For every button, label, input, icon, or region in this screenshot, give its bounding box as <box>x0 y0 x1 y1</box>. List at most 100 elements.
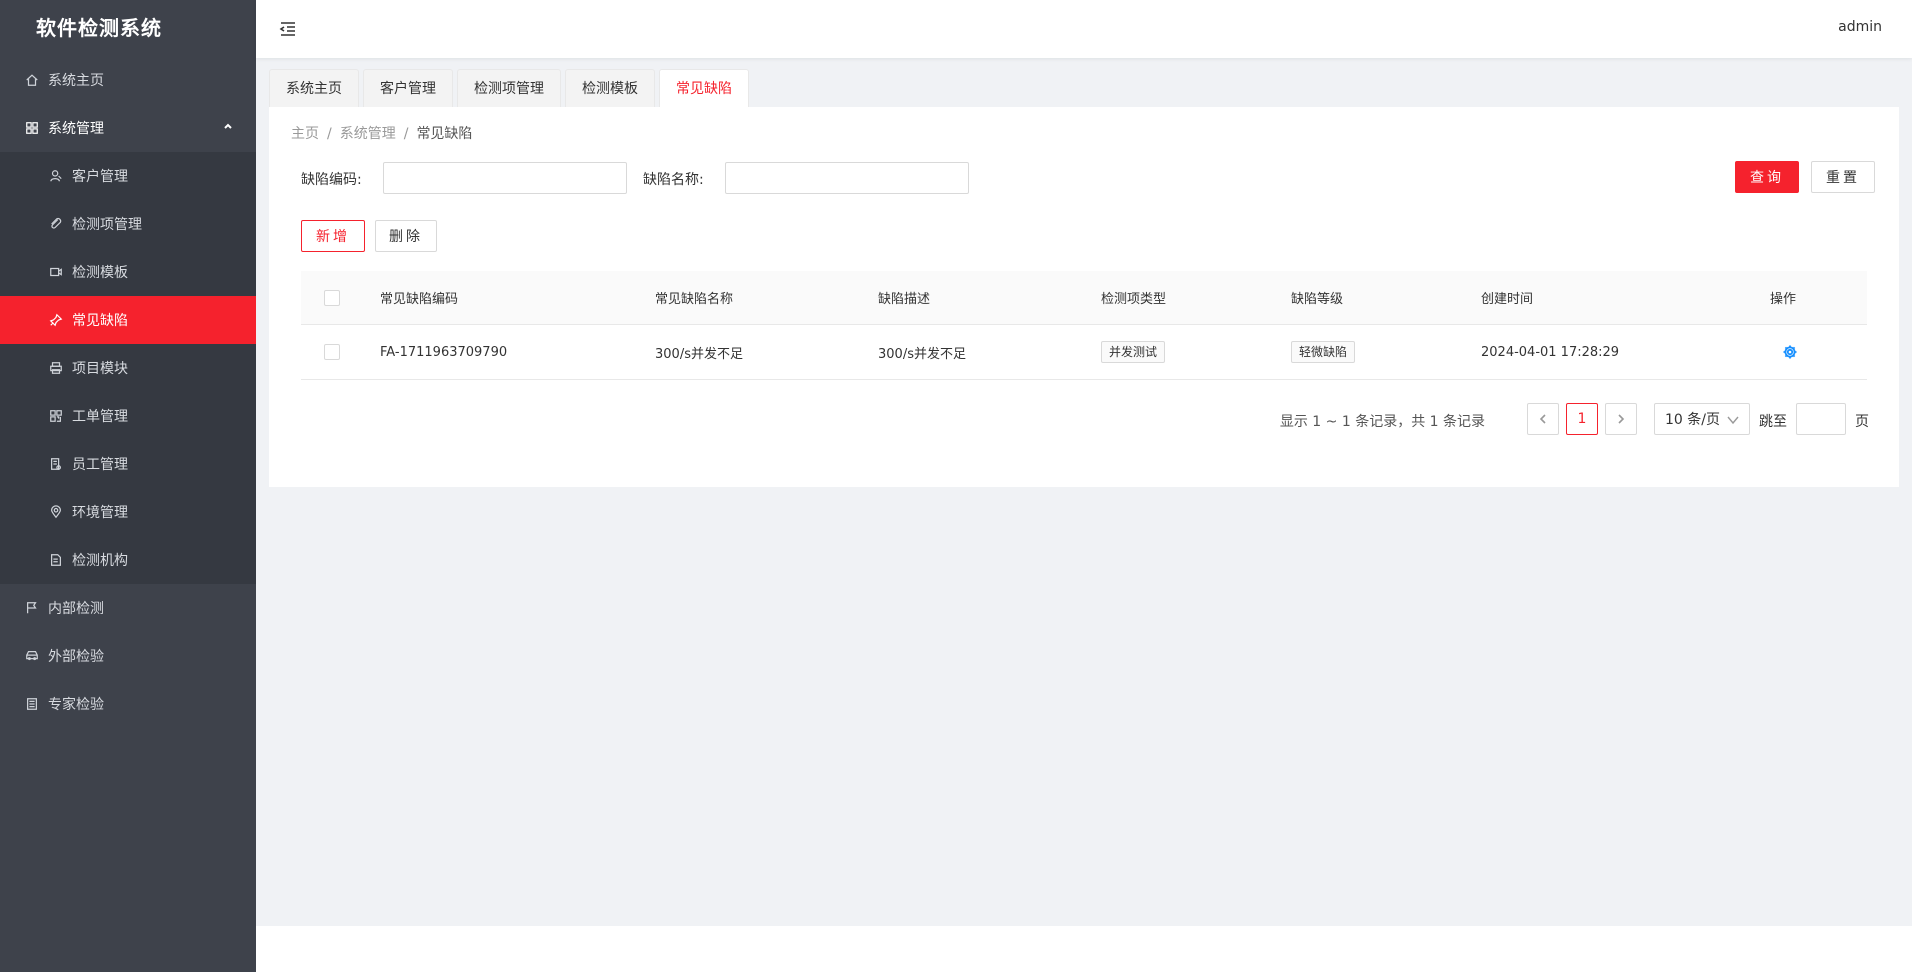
header-cell <box>324 271 340 324</box>
grid-icon <box>24 120 40 136</box>
page-size-select[interactable]: 10 条/页 <box>1654 403 1750 435</box>
next-page-button[interactable] <box>1605 403 1637 435</box>
sidebar-item-label: 专家检验 <box>48 697 104 713</box>
prev-page-button[interactable] <box>1527 403 1559 435</box>
page-1-button[interactable]: 1 <box>1566 403 1598 435</box>
sidebar-item-label: 员工管理 <box>72 457 128 473</box>
video-icon <box>48 264 64 280</box>
header-cell: 检测项类型 <box>1101 292 1167 307</box>
breadcrumb-current: 常见缺陷 <box>416 126 473 142</box>
row-cell <box>324 325 340 379</box>
sidebar-item-defects[interactable]: 常见缺陷 <box>0 296 256 344</box>
add-button[interactable]: 新增 <box>301 220 365 252</box>
sidebar-item-customers[interactable]: 客户管理 <box>0 152 256 200</box>
user-name[interactable]: admin <box>1838 19 1882 35</box>
tab-home[interactable]: 系统主页 <box>269 69 359 108</box>
pin-icon <box>48 312 64 328</box>
qrcode-icon <box>48 408 64 424</box>
header-cell: 缺陷描述 <box>878 292 931 307</box>
printer-icon <box>48 360 64 376</box>
location-icon <box>48 504 64 520</box>
chevron-left-icon <box>1539 414 1546 424</box>
sidebar-item-label: 内部检测 <box>48 601 104 617</box>
sidebar-item-external-test[interactable]: 外部检验 <box>0 632 256 680</box>
tab-templates[interactable]: 检测模板 <box>565 69 655 108</box>
sidebar-item-system[interactable]: 系统管理 <box>0 104 256 152</box>
table-header: 常见缺陷编码 常见缺陷名称 缺陷描述 检测项类型 缺陷等级 创建时间 操作 <box>301 271 1867 325</box>
page-tabs: 系统主页 客户管理 检测项管理 检测模板 常见缺陷 <box>269 69 753 108</box>
level-tag: 轻微缺陷 <box>1291 341 1356 363</box>
reset-button[interactable]: 重置 <box>1811 161 1875 193</box>
sidebar-item-label: 系统主页 <box>48 73 104 89</box>
sidebar-item-label: 项目模块 <box>72 361 128 377</box>
car-icon <box>24 648 40 664</box>
sidebar-item-label: 常见缺陷 <box>72 313 128 329</box>
sidebar-item-label: 系统管理 <box>48 121 104 137</box>
app-title: 软件检测系统 <box>36 16 162 40</box>
sidebar-item-label: 工单管理 <box>72 409 128 425</box>
defect-code-input[interactable] <box>383 162 627 194</box>
row-cell: 并发测试 <box>1101 325 1166 379</box>
pagination-total: 显示 1 ~ 1 条记录，共 1 条记录 <box>1279 414 1485 430</box>
jump-label: 跳至 <box>1759 414 1787 430</box>
main-content: 主页 / 系统管理 / 常见缺陷 缺陷编码: 缺陷名称: 查询 重置 新增 删除 常见缺… <box>269 107 1899 487</box>
sidebar-item-expert-test[interactable]: 专家检验 <box>0 680 256 728</box>
row-cell: 轻微缺陷 <box>1291 325 1356 379</box>
row-cell: 300/s并发不足 <box>878 346 966 362</box>
top-header: admin <box>256 0 1912 58</box>
sidebar-item-label: 检测项管理 <box>72 217 142 233</box>
flag-icon <box>24 600 40 616</box>
type-tag: 并发测试 <box>1101 341 1166 363</box>
header-cell: 操作 <box>1770 292 1797 307</box>
table-row: FA-1711963709790 300/s并发不足 300/s并发不足 并发测… <box>301 325 1867 380</box>
gear-icon[interactable] <box>1782 344 1798 360</box>
sidebar: 软件检测系统 系统主页 系统管理 客户管理 检测项管理 检测模板 常见缺陷 项目… <box>0 0 256 972</box>
breadcrumb-separator: / <box>403 126 409 142</box>
sidebar-item-work-orders[interactable]: 工单管理 <box>0 392 256 440</box>
sidebar-item-templates[interactable]: 检测模板 <box>0 248 256 296</box>
sidebar-item-home[interactable]: 系统主页 <box>0 56 256 104</box>
sidebar-item-employees[interactable]: 员工管理 <box>0 440 256 488</box>
row-cell <box>1782 325 1798 379</box>
sidebar-item-environments[interactable]: 环境管理 <box>0 488 256 536</box>
pagination: 显示 1 ~ 1 条记录，共 1 条记录 1 10 条/页 跳至 页 <box>269 403 1869 437</box>
header-cell: 缺陷等级 <box>1291 292 1344 307</box>
row-cell: 300/s并发不足 <box>655 346 743 362</box>
row-cell: 2024-04-01 17:28:29 <box>1481 344 1620 360</box>
defects-table: 常见缺陷编码 常见缺陷名称 缺陷描述 检测项类型 缺陷等级 创建时间 操作 FA… <box>301 271 1867 380</box>
sidebar-item-test-items[interactable]: 检测项管理 <box>0 200 256 248</box>
tab-customers[interactable]: 客户管理 <box>363 69 453 108</box>
doc-icon <box>48 456 64 472</box>
header-cell: 常见缺陷编码 <box>380 292 459 307</box>
query-button[interactable]: 查询 <box>1735 161 1799 193</box>
page-suffix: 页 <box>1855 414 1869 430</box>
delete-button[interactable]: 删除 <box>375 220 437 252</box>
select-all-checkbox[interactable] <box>324 289 340 306</box>
sidebar-item-internal-test[interactable]: 内部检测 <box>0 584 256 632</box>
row-checkbox[interactable] <box>324 344 340 360</box>
tab-test-items[interactable]: 检测项管理 <box>457 69 561 108</box>
header-cell: 常见缺陷名称 <box>655 292 734 307</box>
home-icon <box>24 72 40 88</box>
sidebar-item-modules[interactable]: 项目模块 <box>0 344 256 392</box>
footer <box>256 926 1912 972</box>
user-icon <box>48 168 64 184</box>
sidebar-item-label: 检测机构 <box>72 553 128 569</box>
tab-defects[interactable]: 常见缺陷 <box>659 69 749 108</box>
menu-fold-icon[interactable] <box>278 19 298 39</box>
breadcrumb-home[interactable]: 主页 <box>291 126 319 142</box>
breadcrumb-parent[interactable]: 系统管理 <box>340 126 396 142</box>
defect-code-label: 缺陷编码: <box>301 172 362 188</box>
page-size-value: 10 条/页 <box>1665 412 1720 428</box>
file-icon <box>48 552 64 568</box>
sidebar-submenu-system: 客户管理 检测项管理 检测模板 常见缺陷 项目模块 工单管理 员工管理 环境管理… <box>0 152 256 584</box>
defect-name-label: 缺陷名称: <box>643 172 704 188</box>
sidebar-item-institutions[interactable]: 检测机构 <box>0 536 256 584</box>
jump-page-input[interactable] <box>1796 403 1846 435</box>
chevron-up-icon <box>222 120 236 134</box>
sidebar-item-label: 客户管理 <box>72 169 128 185</box>
defect-name-input[interactable] <box>725 162 969 194</box>
list-icon <box>24 696 40 712</box>
chevron-down-icon <box>1727 416 1739 425</box>
header-cell: 创建时间 <box>1481 292 1534 307</box>
